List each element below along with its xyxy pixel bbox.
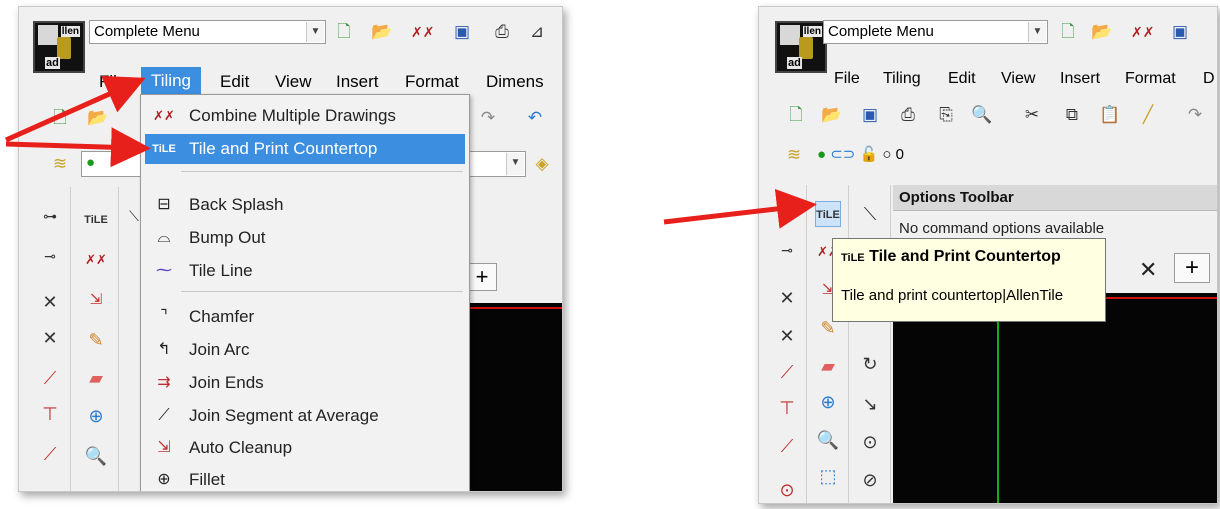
annotation-arrows (4, 75, 817, 229)
arrow-to-tiling-menu (4, 75, 146, 143)
arrow-to-tile-print-item (5, 127, 151, 168)
arrow-to-tile-button (663, 189, 817, 229)
